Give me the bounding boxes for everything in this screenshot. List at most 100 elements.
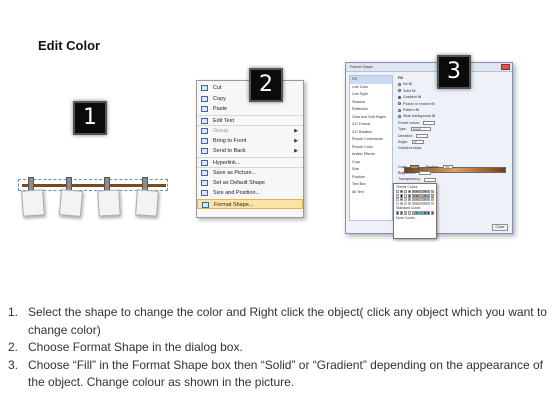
sidebar-item-shadow[interactable]: Shadow xyxy=(350,99,392,107)
color-picker-button[interactable] xyxy=(409,164,419,169)
sidebar-item-glow[interactable]: Glow and Soft Edges xyxy=(350,114,392,122)
menu-item-set-default-shape[interactable]: Set as Default Shape xyxy=(197,178,303,189)
color-swatch[interactable] xyxy=(419,190,423,194)
sidebar-item-size[interactable]: Size xyxy=(350,166,392,174)
color-swatch[interactable] xyxy=(411,190,415,194)
color-swatch[interactable] xyxy=(427,211,431,215)
menu-item-send-to-back[interactable]: Send to Back ▶ xyxy=(197,146,303,157)
color-swatch[interactable] xyxy=(411,202,415,206)
color-swatch[interactable] xyxy=(396,202,400,206)
close-icon[interactable] xyxy=(501,64,510,70)
color-swatch[interactable] xyxy=(399,190,404,194)
color-swatch[interactable] xyxy=(403,211,408,215)
color-swatch[interactable] xyxy=(407,194,411,198)
angle-input[interactable]: 0° xyxy=(412,139,425,144)
color-swatch[interactable] xyxy=(407,198,411,202)
color-swatch[interactable] xyxy=(431,198,435,202)
color-swatch[interactable] xyxy=(431,194,435,198)
color-swatch[interactable] xyxy=(411,198,415,202)
color-swatch[interactable] xyxy=(427,198,431,202)
sidebar-item-artistic-effects[interactable]: Artistic Effects xyxy=(350,151,392,159)
menu-item-edit-text[interactable]: Edit Text xyxy=(197,114,303,126)
color-swatch[interactable] xyxy=(419,198,423,202)
transparency-slider[interactable] xyxy=(423,177,436,182)
menu-item-label: Size and Position... xyxy=(213,190,261,196)
note-card[interactable] xyxy=(21,189,45,217)
sidebar-item-fill[interactable]: Fill xyxy=(350,76,392,84)
copy-icon xyxy=(201,95,208,102)
color-swatch[interactable] xyxy=(399,202,404,206)
menu-item-paste[interactable]: Paste xyxy=(197,104,303,115)
color-swatch[interactable] xyxy=(403,202,408,206)
color-swatch[interactable] xyxy=(396,211,400,215)
color-swatch[interactable] xyxy=(403,190,408,194)
color-swatch[interactable] xyxy=(431,190,435,194)
color-swatch[interactable] xyxy=(396,190,400,194)
color-swatch[interactable] xyxy=(423,211,427,215)
direction-dropdown[interactable] xyxy=(416,133,429,138)
sidebar-item-3d-rotation[interactable]: 3-D Rotation xyxy=(350,129,392,137)
sidebar-item-text-box[interactable]: Text Box xyxy=(350,181,392,189)
submenu-arrow-icon: ▶ xyxy=(294,137,298,144)
color-swatch[interactable] xyxy=(396,198,400,202)
radio-icon xyxy=(398,89,401,93)
color-swatch[interactable] xyxy=(423,202,427,206)
color-swatch[interactable] xyxy=(415,198,419,202)
color-swatch[interactable] xyxy=(431,202,435,206)
close-button[interactable]: Close xyxy=(492,224,508,231)
color-swatch[interactable] xyxy=(423,198,427,202)
color-swatch[interactable] xyxy=(419,211,423,215)
type-dropdown[interactable]: Linear xyxy=(410,127,431,132)
sidebar-item-crop[interactable]: Crop xyxy=(350,159,392,167)
color-swatch[interactable] xyxy=(407,190,411,194)
color-swatch[interactable] xyxy=(423,194,427,198)
color-swatch[interactable] xyxy=(419,194,423,198)
menu-item-save-as-picture[interactable]: Save as Picture... xyxy=(197,167,303,178)
color-swatch[interactable] xyxy=(415,211,419,215)
color-swatch[interactable] xyxy=(423,190,427,194)
sidebar-item-picture-color[interactable]: Picture Color xyxy=(350,144,392,152)
sidebar-item-line-color[interactable]: Line Color xyxy=(350,84,392,92)
menu-item-size-position[interactable]: Size and Position... xyxy=(197,188,303,199)
color-swatch[interactable] xyxy=(415,194,419,198)
menu-item-label: Paste xyxy=(213,106,228,112)
menu-item-group[interactable]: Group ▶ xyxy=(197,125,303,136)
sidebar-item-position[interactable]: Position xyxy=(350,174,392,182)
preset-colors-dropdown[interactable] xyxy=(422,120,435,125)
sidebar-item-alt-text[interactable]: Alt Text xyxy=(350,189,392,197)
menu-item-bring-to-front[interactable]: Bring to Front ▶ xyxy=(197,136,303,147)
color-swatch[interactable] xyxy=(399,194,404,198)
color-swatch[interactable] xyxy=(411,194,415,198)
color-swatch[interactable] xyxy=(399,211,404,215)
color-swatch[interactable] xyxy=(427,190,431,194)
clothesline-shape[interactable] xyxy=(18,176,168,236)
color-swatch[interactable] xyxy=(427,202,431,206)
color-swatch[interactable] xyxy=(403,198,408,202)
menu-item-format-shape[interactable]: Format Shape... xyxy=(197,198,303,209)
note-card[interactable] xyxy=(58,189,84,217)
sidebar-item-line-style[interactable]: Line Style xyxy=(350,91,392,99)
color-swatch[interactable] xyxy=(419,202,423,206)
color-swatch[interactable] xyxy=(407,211,411,215)
more-colors-link[interactable]: More Colors... xyxy=(396,216,434,220)
note-card[interactable] xyxy=(97,189,121,217)
brightness-slider[interactable] xyxy=(418,171,431,176)
color-swatch[interactable] xyxy=(407,202,411,206)
color-swatch[interactable] xyxy=(415,202,419,206)
size-position-icon xyxy=(201,190,208,196)
sidebar-item-reflection[interactable]: Reflection xyxy=(350,106,392,114)
color-swatch[interactable] xyxy=(403,194,408,198)
color-swatch[interactable] xyxy=(415,190,419,194)
color-swatch[interactable] xyxy=(399,198,404,202)
fill-option-label: Solid fill xyxy=(403,88,416,93)
note-card[interactable] xyxy=(135,189,159,217)
color-swatch[interactable] xyxy=(427,194,431,198)
fill-option-label: Picture or texture fill xyxy=(403,101,435,106)
color-swatch[interactable] xyxy=(431,211,435,215)
sidebar-item-picture-corrections[interactable]: Picture Corrections xyxy=(350,136,392,144)
menu-item-hyperlink[interactable]: Hyperlink... xyxy=(197,156,303,168)
color-swatch[interactable] xyxy=(396,194,400,198)
position-input[interactable]: 0% xyxy=(443,164,454,169)
sidebar-item-3d-format[interactable]: 3-D Format xyxy=(350,121,392,129)
color-swatch[interactable] xyxy=(411,211,415,215)
